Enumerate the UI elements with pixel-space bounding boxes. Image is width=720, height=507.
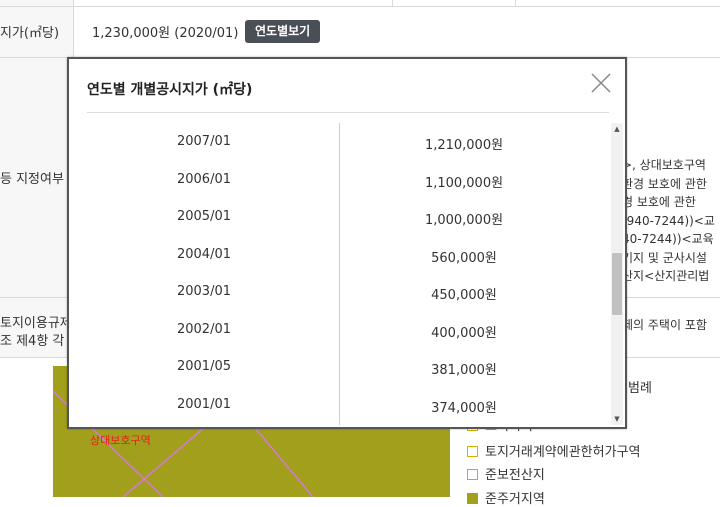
designation-text: (940-7244))<교 xyxy=(622,214,715,228)
list-item: 2001/01 374,000원 xyxy=(69,386,609,424)
list-item: 2005/01 1,000,000원 xyxy=(69,198,609,236)
designation-text: 기지 및 군사시설 xyxy=(622,251,707,265)
list-item: 2001/05 381,000원 xyxy=(69,348,609,386)
price-date: 2001/01 xyxy=(176,397,231,412)
divider xyxy=(392,0,393,6)
price-value: 1,000,000원 xyxy=(424,213,504,228)
price-value: 1,100,000원 xyxy=(424,176,504,191)
modal-divider xyxy=(87,112,609,113)
designation-text: 산지<산지관리법 xyxy=(622,269,710,283)
price-value: 381,000원 xyxy=(431,363,497,378)
list-item: 2003/01 450,000원 xyxy=(69,273,609,311)
legend-label: 준주거지역 xyxy=(485,492,545,507)
land-price-label: 지가(㎡당) xyxy=(0,26,60,41)
land-regulation-label-2: 조 제4항 각 xyxy=(0,334,65,349)
list-item: 2006/01 1,100,000원 xyxy=(69,161,609,199)
regulation-text: 제의 주택이 포함 xyxy=(622,318,707,332)
legend-swatch xyxy=(467,469,478,480)
legend-title: 범례 xyxy=(628,381,652,396)
price-date: 2007/01 xyxy=(176,134,231,149)
designation-text: 40-7244))<교육 xyxy=(622,232,714,246)
price-value: 450,000원 xyxy=(431,288,497,303)
legend-label: 토지거래계약에관한허가구역 xyxy=(485,445,641,460)
designation-label: 등 지정여부 xyxy=(0,172,64,187)
price-date: 2002/01 xyxy=(176,322,231,337)
legend-item: 준주거지역 xyxy=(467,488,545,507)
legend-swatch xyxy=(467,446,478,457)
divider xyxy=(0,6,720,7)
designation-text: >, 상대보호구역 xyxy=(622,158,706,172)
divider xyxy=(515,0,516,6)
land-regulation-label: 토지이용규제 xyxy=(0,316,72,331)
legend-swatch xyxy=(467,493,478,504)
yearly-price-modal: 연도별 개별공시지가 (㎡당) 2007/01 1,210,000원 2006/… xyxy=(67,57,627,429)
list-item: 2004/01 560,000원 xyxy=(69,236,609,274)
scrollbar[interactable]: ▲ ▼ xyxy=(611,123,623,425)
price-value: 400,000원 xyxy=(431,326,497,341)
list-item: 2007/01 1,210,000원 xyxy=(69,123,609,161)
designation-text: 경 보호에 관한 xyxy=(622,195,696,209)
legend-item: 준보전산지 xyxy=(467,464,545,483)
legend-label: 준보전산지 xyxy=(485,468,545,483)
close-icon[interactable] xyxy=(589,71,613,95)
price-list[interactable]: 2007/01 1,210,000원 2006/01 1,100,000원 20… xyxy=(69,123,615,425)
price-value: 374,000원 xyxy=(431,401,497,416)
modal-title: 연도별 개별공시지가 (㎡당) xyxy=(87,82,253,98)
list-item: 2002/01 400,000원 xyxy=(69,311,609,349)
land-price-value: 1,230,000원 (2020/01) xyxy=(92,26,239,41)
scroll-thumb[interactable] xyxy=(612,253,622,315)
price-date: 2003/01 xyxy=(176,284,231,299)
legend-item: 토지거래계약에관한허가구역 xyxy=(467,441,640,460)
price-date: 2001/05 xyxy=(176,359,231,374)
price-value: 1,210,000원 xyxy=(424,138,504,153)
map-zone-label: 상대보호구역 xyxy=(90,434,151,447)
yearly-view-button[interactable]: 연도별보기 xyxy=(245,20,321,43)
price-value: 560,000원 xyxy=(431,251,497,266)
scroll-down-arrow-icon[interactable]: ▼ xyxy=(611,413,623,425)
price-date: 2005/01 xyxy=(176,209,231,224)
designation-text: 환경 보호에 관한 xyxy=(622,177,707,191)
scroll-up-arrow-icon[interactable]: ▲ xyxy=(611,123,623,135)
price-date: 2004/01 xyxy=(176,247,231,262)
price-date: 2006/01 xyxy=(176,172,231,187)
